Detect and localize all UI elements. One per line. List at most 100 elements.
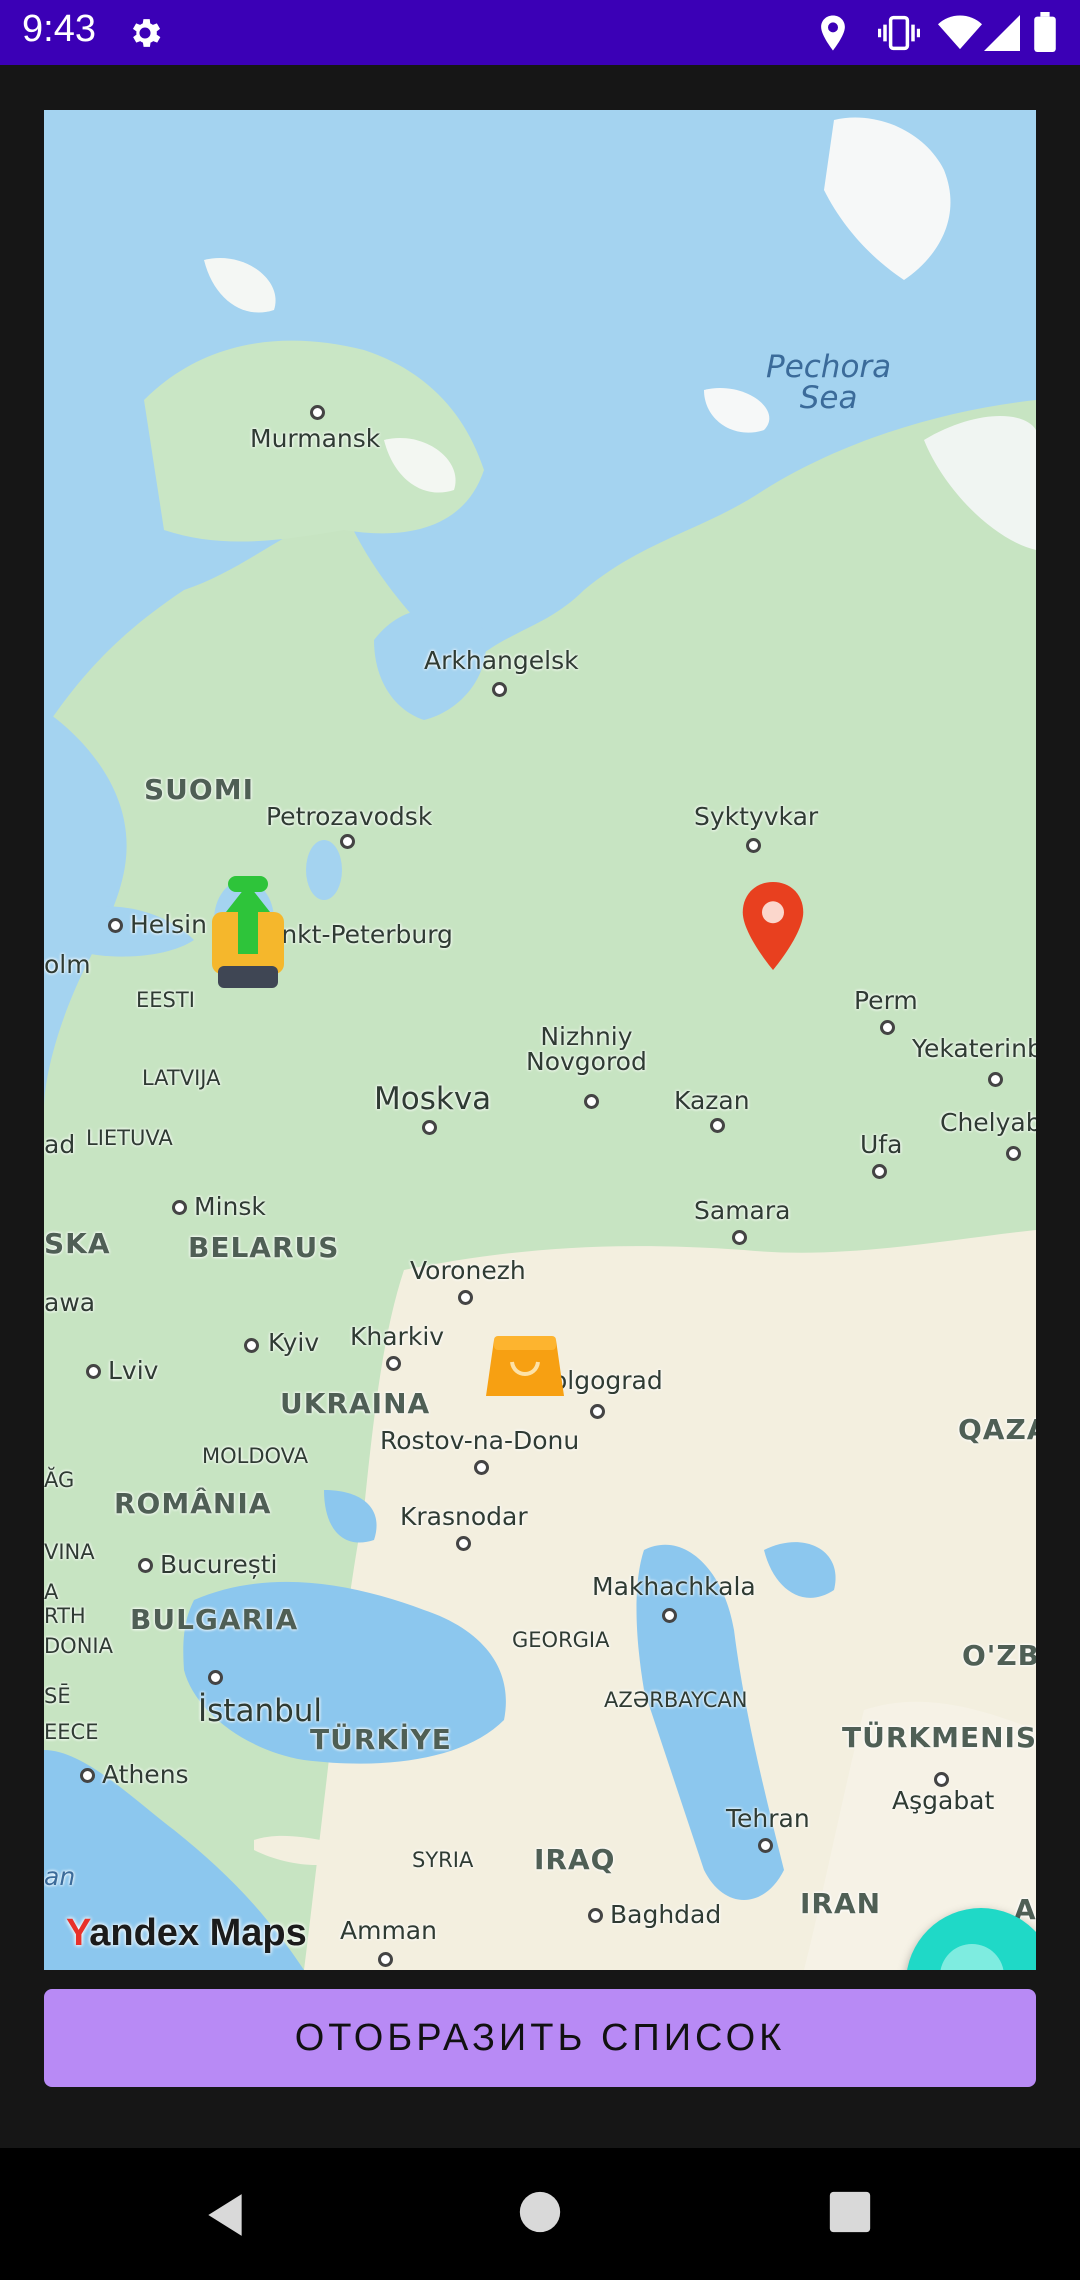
chat-search-fab[interactable] [906,1908,1036,1970]
city-dot-helsinki [108,918,123,933]
country-label-polska: SKA [44,1227,111,1260]
country-label-se: SĒ [44,1684,71,1708]
signal-icon [984,15,1020,51]
city-label-chelyabinsk: Chelyab [940,1108,1036,1137]
city-dot-moskva [422,1120,437,1135]
city-dot-samara [732,1230,747,1245]
city-label-minsk: Minsk [194,1192,266,1221]
city-dot-syktyvkar [746,838,761,853]
city-label-istanbul: İstanbul [198,1693,323,1729]
country-label-iran: IRAN [800,1887,882,1920]
city-label-kyiv: Kyiv [268,1328,320,1357]
recents-icon[interactable] [828,2190,872,2234]
city-label-stockholm: olm [44,950,91,979]
back-icon[interactable] [200,2190,250,2240]
backpack-marker-icon[interactable] [204,872,292,1002]
vibrate-icon [878,15,920,51]
city-label-kharkiv: Kharkiv [350,1322,445,1351]
city-label-kazan: Kazan [674,1086,750,1115]
city-dot-yekaterinburg [988,1072,1003,1087]
city-label-amman: Amman [340,1916,437,1945]
city-dot-lviv [86,1364,101,1379]
city-dot-murmansk [310,405,325,420]
country-label-ag: ĂG [44,1468,75,1492]
city-label-bucuresti: București [160,1550,278,1579]
country-label-rth: RTH [44,1604,86,1628]
city-label-arkhangelsk: Arkhangelsk [424,646,579,675]
city-label-baghdad: Baghdad [610,1900,722,1929]
country-label-azerbaycan: AZƏRBAYCAN [604,1688,748,1712]
city-dot-bucuresti [138,1558,153,1573]
city-dot-kyiv [244,1338,259,1353]
country-label-belarus: BELARUS [188,1231,340,1264]
country-label-iraq: IRAQ [534,1843,616,1876]
status-bar: 9:43 [0,0,1080,65]
yandex-maps-logo[interactable]: Yandex Maps [66,1912,307,1955]
country-label-ukraina: UKRAINA [280,1387,431,1420]
country-label-qazaq: QAZA [958,1413,1036,1446]
city-label-spb: ankt-Peterburg [266,920,453,949]
shopping-bag-marker-icon[interactable] [484,1334,566,1400]
country-label-bulgaria: BULGARIA [130,1603,299,1636]
city-label-ashgabat: Aşgabat [892,1786,995,1815]
country-label-suomi: SUOMI [144,773,254,806]
country-label-eece: EECE [44,1720,99,1744]
country-label-donia: DONIA [44,1634,113,1658]
country-label-a: A [44,1580,59,1604]
status-time: 9:43 [22,8,96,50]
city-label-helsinki: Helsin [130,910,207,939]
city-label-nizhniy-novgorod: Nizhniy Novgorod [526,1022,647,1076]
city-label-athens: Athens [102,1760,189,1789]
city-label-lviv: Lviv [108,1356,159,1385]
country-label-syria: SYRIA [412,1848,474,1872]
sea-label-pechora: Pechora Sea [766,349,892,416]
country-label-eesti: EESTI [136,988,195,1012]
city-dot-voronezh [458,1290,473,1305]
country-label-turkmenistan: TÜRKMENIST [842,1721,1036,1754]
city-dot-nizhniy-novgorod [584,1094,599,1109]
city-dot-petrozavodsk [340,834,355,849]
wifi-icon [938,15,982,50]
city-dot-kharkiv [386,1356,401,1371]
country-label-turkiye: TÜRKİYE [310,1723,452,1756]
city-dot-krasnodar [456,1536,471,1551]
city-dot-athens [80,1768,95,1783]
city-dot-minsk [172,1200,187,1215]
city-label-warsaw: awa [44,1288,96,1317]
city-label-moskva: Moskva [374,1081,492,1117]
city-label-tehran: Tehran [726,1804,810,1833]
map-view[interactable]: Pechora Sea Murmansk Arkhangelsk Petroza… [44,110,1036,1970]
show-list-button[interactable]: ОТОБРАЗИТЬ СПИСОК [44,1989,1036,2087]
city-label-syktyvkar: Syktyvkar [694,802,819,831]
country-label-georgia: GEORGIA [512,1628,610,1652]
country-label-latvija: LATVIJA [142,1066,221,1090]
city-dot-tehran [758,1838,773,1853]
country-label-moldova: MOLDOVA [202,1444,309,1468]
city-dot-rostov [474,1460,489,1475]
city-dot-chelyabinsk [1006,1146,1021,1161]
city-label-rostov: Rostov-na-Donu [380,1426,580,1455]
city-dot-kazan [710,1118,725,1133]
city-label-riga: ad [44,1130,76,1159]
city-label-krasnodar: Krasnodar [400,1502,528,1531]
city-dot-perm [880,1020,895,1035]
city-label-voronezh: Voronezh [410,1256,526,1285]
city-label-makhachkala: Makhachkala [592,1572,756,1601]
country-label-ozbek: O'ZBE [962,1639,1036,1672]
city-label-murmansk: Murmansk [250,424,381,453]
city-dot-amman [378,1952,393,1967]
sea-label-partial: an [44,1862,76,1891]
city-dot-istanbul [208,1670,223,1685]
city-dot-arkhangelsk [492,682,507,697]
home-icon[interactable] [518,2190,562,2234]
navigation-bar [0,2148,1080,2280]
chat-search-icon [940,1944,1004,1970]
city-label-yekaterinburg: Yekaterinb [912,1034,1036,1063]
location-icon [821,15,845,51]
city-label-petrozavodsk: Petrozavodsk [266,802,433,831]
country-label-romania: ROMÂNIA [114,1487,272,1520]
location-pin-icon[interactable] [740,882,806,970]
city-dot-ashgabat [934,1772,949,1787]
city-dot-makhachkala [662,1608,677,1623]
city-label-perm: Perm [854,986,918,1015]
